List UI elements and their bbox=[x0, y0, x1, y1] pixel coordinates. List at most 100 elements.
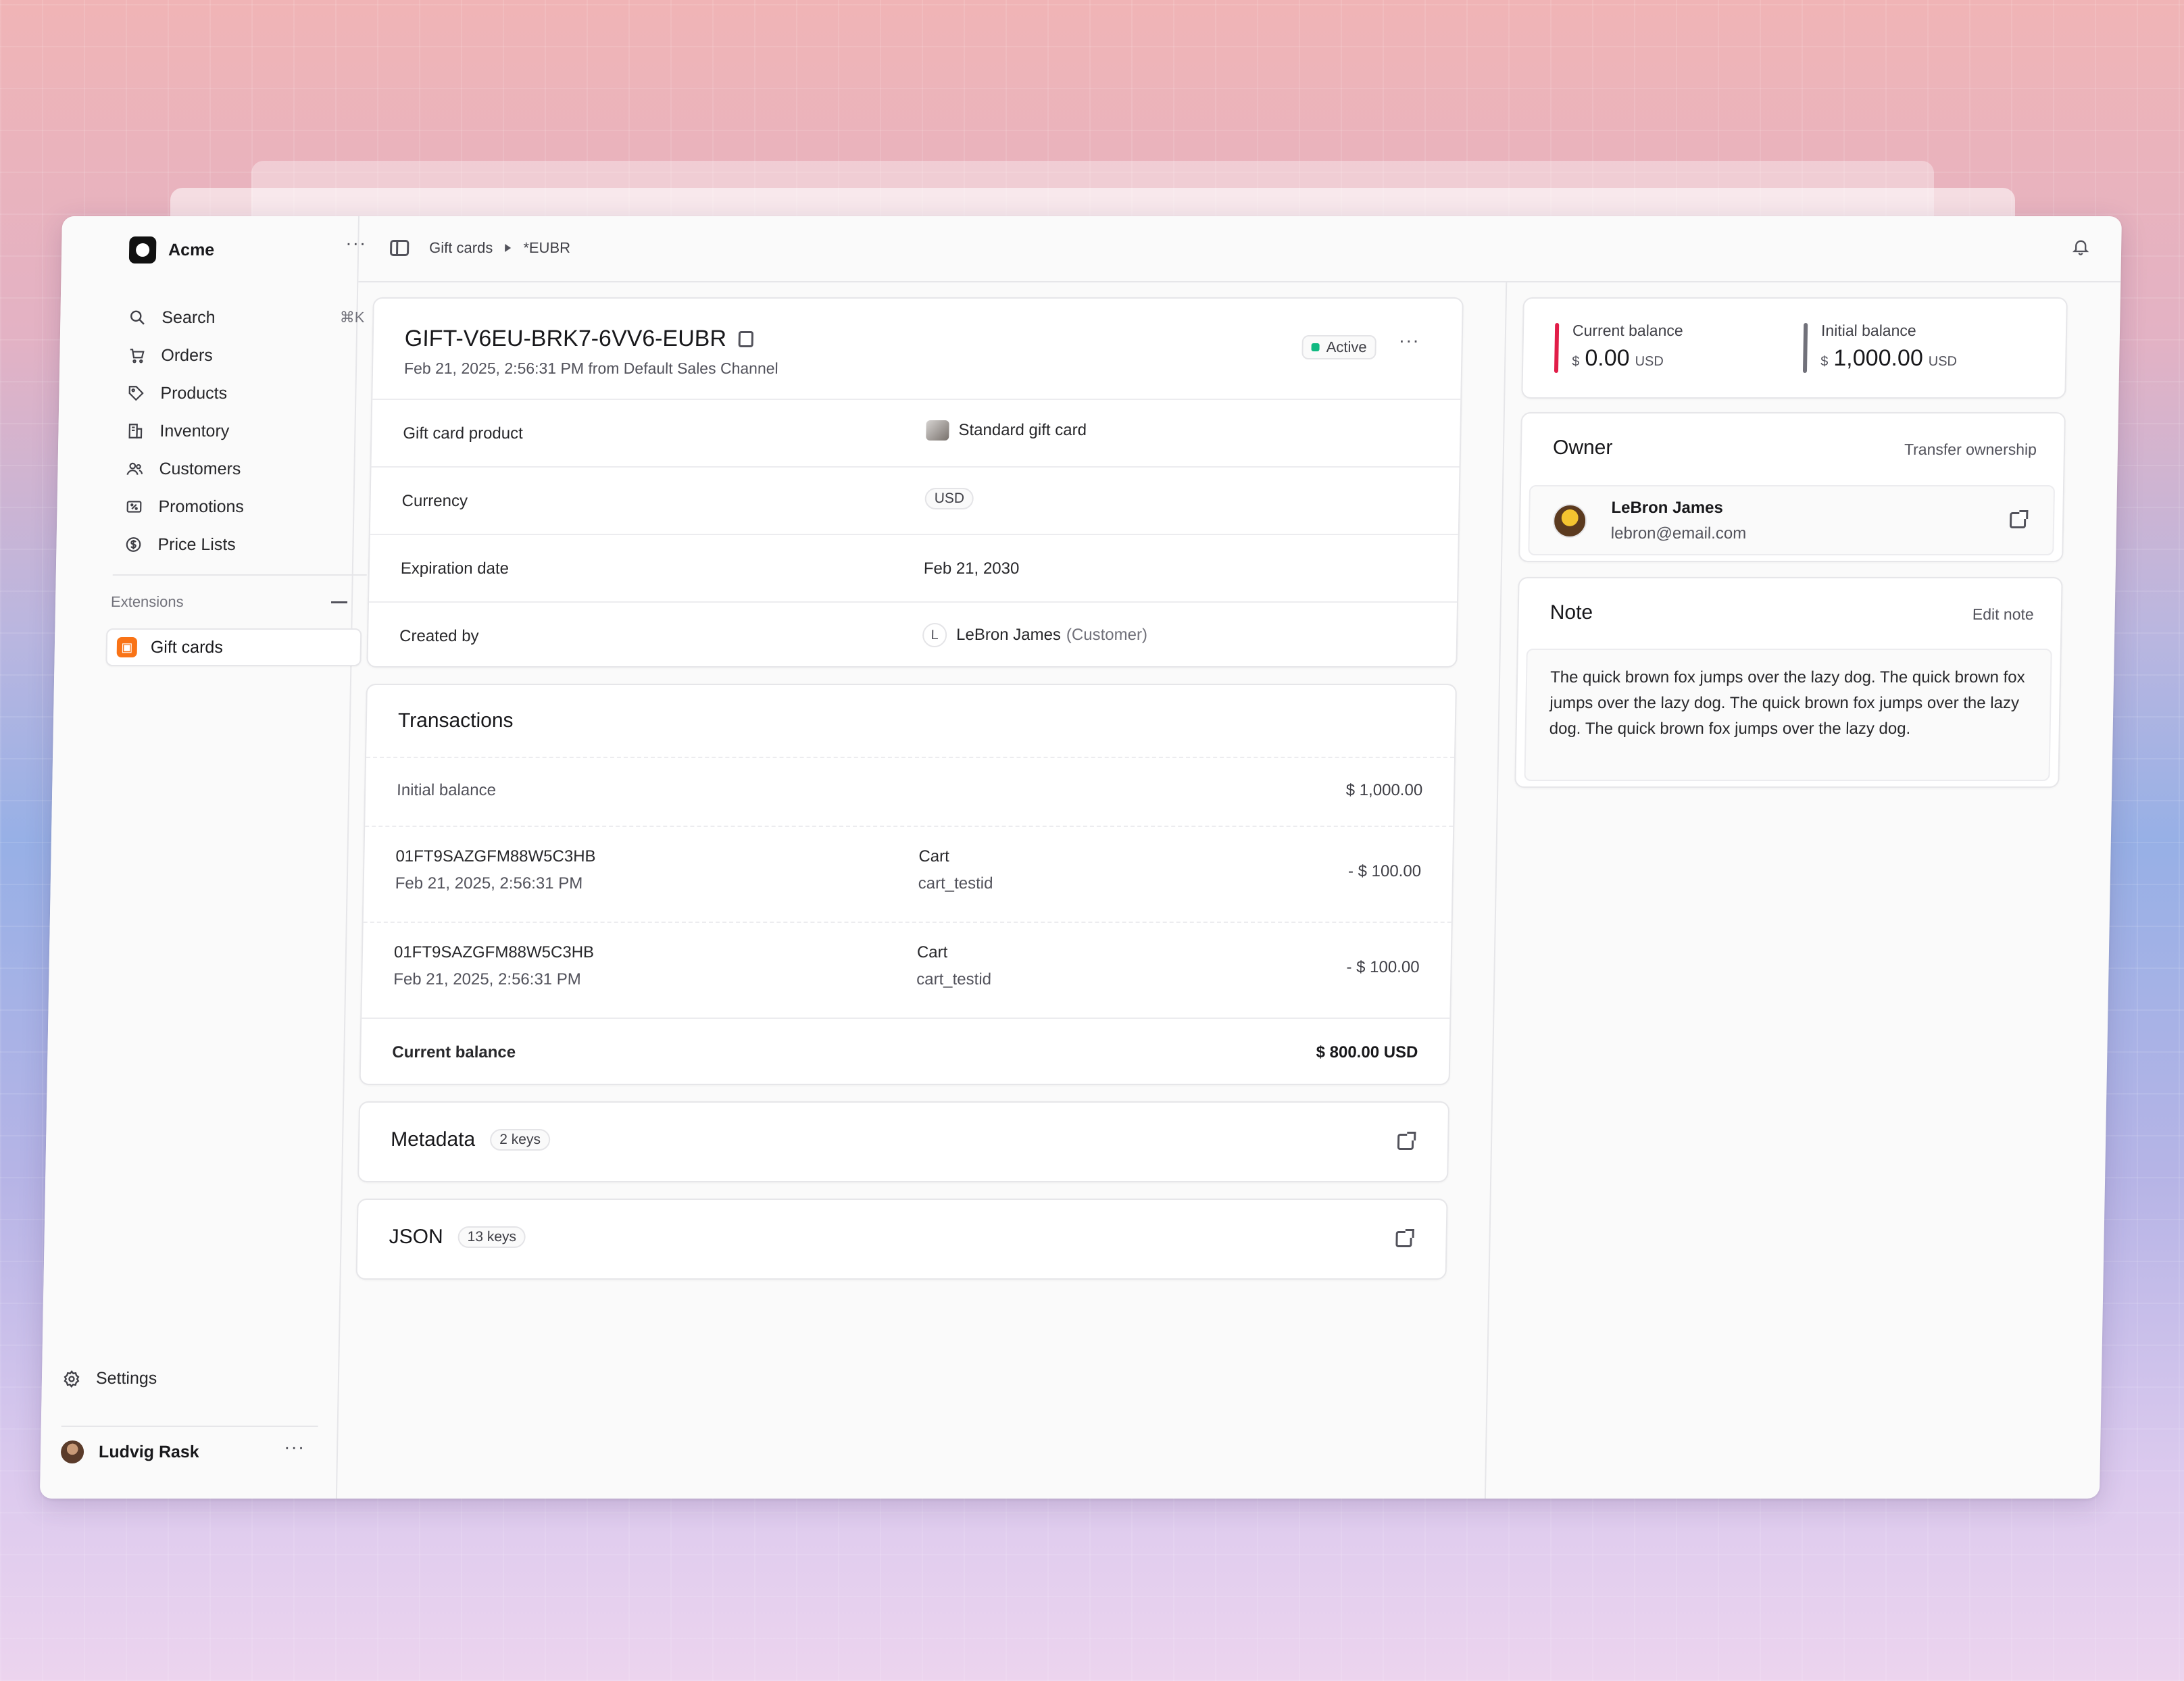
app-window: Acme ··· Search ⌘K Orders Products Inven… bbox=[39, 216, 2122, 1499]
current-balance-total: $ 800.00 USD bbox=[1316, 1043, 1418, 1061]
transaction-ref: cart_testid bbox=[918, 874, 993, 893]
transaction-date: Feb 21, 2025, 2:56:31 PM bbox=[393, 970, 582, 988]
table-row[interactable]: 01FT9SAZGFM88W5C3HB Feb 21, 2025, 2:56:3… bbox=[362, 922, 1451, 1018]
breadcrumb-current: *EUBR bbox=[523, 239, 571, 256]
metadata-title: Metadata bbox=[390, 1128, 476, 1151]
detail-label: Gift card product bbox=[403, 424, 524, 443]
creator-name: LeBron James bbox=[956, 626, 1062, 644]
nav-promotions[interactable]: Promotions bbox=[124, 488, 362, 526]
nav-gift-cards[interactable]: ▣ Gift cards bbox=[105, 628, 362, 666]
status-dot-icon bbox=[1311, 343, 1320, 351]
json-card[interactable]: JSON 13 keys bbox=[355, 1199, 1448, 1280]
transaction-id: 01FT9SAZGFM88W5C3HB bbox=[395, 847, 596, 865]
acme-logo-icon bbox=[128, 236, 157, 264]
transactions-title: Transactions bbox=[397, 709, 514, 732]
initial-balance: Initial balance $ 1,000.00 USD bbox=[1802, 322, 1958, 373]
external-link-icon[interactable] bbox=[1397, 1134, 1414, 1150]
user-menu-dots-icon[interactable]: ··· bbox=[284, 1436, 305, 1458]
external-link-icon[interactable] bbox=[1395, 1231, 1412, 1247]
nav-label: Promotions bbox=[158, 497, 245, 516]
detail-row-expiration: Expiration date Feb 21, 2030 bbox=[369, 534, 1458, 601]
detail-label: Created by bbox=[399, 627, 479, 645]
detail-row-created-by: Created by L LeBron James (Customer) bbox=[368, 601, 1458, 669]
detail-label: Expiration date bbox=[400, 559, 510, 578]
owner-email: lebron@email.com bbox=[1610, 524, 1747, 543]
sidebar: Acme ··· Search ⌘K Orders Products Inven… bbox=[39, 216, 367, 1499]
actions-menu-dots-icon[interactable]: ··· bbox=[1399, 330, 1420, 351]
copy-icon[interactable] bbox=[738, 330, 754, 347]
balance-label: Current balance bbox=[1572, 322, 1683, 339]
json-header: JSON 13 keys bbox=[389, 1226, 526, 1249]
creator-role: (Customer) bbox=[1066, 626, 1148, 644]
nav-inventory[interactable]: Inventory bbox=[126, 412, 363, 450]
settings-label: Settings bbox=[95, 1369, 157, 1388]
breadcrumb-gift-cards[interactable]: Gift cards bbox=[429, 239, 493, 257]
avatar bbox=[1552, 504, 1587, 538]
metadata-card[interactable]: Metadata 2 keys bbox=[357, 1101, 1450, 1182]
transaction-ref: cart_testid bbox=[916, 970, 992, 988]
store-name: Acme bbox=[168, 240, 215, 259]
chevron-right-icon bbox=[505, 244, 512, 252]
note-text: The quick brown fox jumps over the lazy … bbox=[1549, 668, 2025, 738]
extensions-heading: Extensions bbox=[110, 593, 184, 610]
owner-row[interactable]: LeBron James lebron@email.com bbox=[1528, 485, 2056, 555]
gift-card-details: GIFT-V6EU-BRK7-6VV6-EUBR Feb 21, 2025, 2… bbox=[366, 297, 1464, 669]
collapse-extensions-icon[interactable] bbox=[330, 601, 348, 603]
detail-value[interactable]: L LeBron James (Customer) bbox=[922, 623, 1147, 647]
currency-symbol: $ bbox=[1820, 354, 1829, 369]
nav-label: Inventory bbox=[159, 421, 230, 441]
transaction-id: 01FT9SAZGFM88W5C3HB bbox=[393, 943, 595, 961]
user-menu[interactable]: Ludvig Rask bbox=[60, 1440, 199, 1463]
page-title: GIFT-V6EU-BRK7-6VV6-EUBR bbox=[404, 326, 754, 352]
detail-value: USD bbox=[924, 488, 974, 509]
detail-label: Currency bbox=[401, 492, 468, 510]
tag-icon bbox=[126, 384, 145, 403]
nav-label: Products bbox=[160, 383, 228, 403]
nav-price-lists[interactable]: Price Lists bbox=[124, 526, 361, 563]
gift-icon: ▣ bbox=[116, 637, 138, 657]
currency-symbol: $ bbox=[1572, 354, 1580, 369]
cart-icon bbox=[127, 346, 146, 365]
sidebar-divider bbox=[112, 574, 367, 576]
note-title: Note bbox=[1549, 601, 1593, 624]
nav-settings[interactable]: Settings bbox=[62, 1369, 157, 1388]
json-count-badge: 13 keys bbox=[457, 1226, 526, 1248]
transaction-label: Current balance bbox=[392, 1043, 516, 1061]
table-row[interactable]: 01FT9SAZGFM88W5C3HB Feb 21, 2025, 2:56:3… bbox=[363, 826, 1454, 922]
nav-customers[interactable]: Customers bbox=[125, 450, 362, 488]
transfer-ownership-button[interactable]: Transfer ownership bbox=[1904, 441, 2037, 459]
search-icon bbox=[128, 308, 147, 327]
main-nav: Search ⌘K Orders Products Inventory Cust… bbox=[124, 299, 365, 563]
note-body: The quick brown fox jumps over the lazy … bbox=[1524, 649, 2052, 781]
status-badge: Active bbox=[1301, 335, 1376, 359]
gear-icon bbox=[62, 1370, 81, 1388]
external-link-icon[interactable] bbox=[2009, 512, 2027, 528]
transaction-amount: $ 1,000.00 bbox=[1345, 781, 1423, 799]
nav-label: Orders bbox=[161, 345, 214, 365]
transaction-amount: - $ 100.00 bbox=[1347, 862, 1422, 880]
status-label: Active bbox=[1326, 338, 1367, 355]
receipt-percent-icon bbox=[124, 497, 143, 516]
transaction-label: Initial balance bbox=[396, 781, 497, 799]
transaction-amount: - $ 100.00 bbox=[1346, 958, 1420, 976]
balance-card: Current balance $ 0.00 USD Initial balan… bbox=[1521, 297, 2068, 399]
balance-value: $ 0.00 USD bbox=[1572, 345, 1683, 372]
transactions-card: Transactions Initial balance $ 1,000.00 … bbox=[359, 684, 1457, 1085]
store-switcher[interactable]: Acme bbox=[128, 236, 215, 264]
bell-icon[interactable] bbox=[2071, 236, 2091, 261]
detail-value[interactable]: Standard gift card bbox=[926, 420, 1087, 441]
nav-label: Price Lists bbox=[157, 534, 237, 554]
detail-row-currency: Currency USD bbox=[370, 466, 1460, 534]
main-column: GIFT-V6EU-BRK7-6VV6-EUBR Feb 21, 2025, 2… bbox=[337, 282, 1508, 1499]
metadata-count-badge: 2 keys bbox=[489, 1129, 551, 1151]
metadata-header: Metadata 2 keys bbox=[390, 1128, 551, 1151]
current-balance: Current balance $ 0.00 USD bbox=[1554, 322, 1683, 373]
edit-note-button[interactable]: Edit note bbox=[1972, 605, 2034, 624]
nav-products[interactable]: Products bbox=[126, 374, 364, 412]
currency-code: USD bbox=[1635, 354, 1664, 369]
current-balance-bar bbox=[1554, 323, 1560, 373]
toggle-sidebar-icon[interactable] bbox=[389, 240, 410, 256]
nav-orders[interactable]: Orders bbox=[127, 336, 364, 374]
nav-search[interactable]: Search ⌘K bbox=[128, 299, 365, 336]
avatar: L bbox=[922, 623, 947, 647]
